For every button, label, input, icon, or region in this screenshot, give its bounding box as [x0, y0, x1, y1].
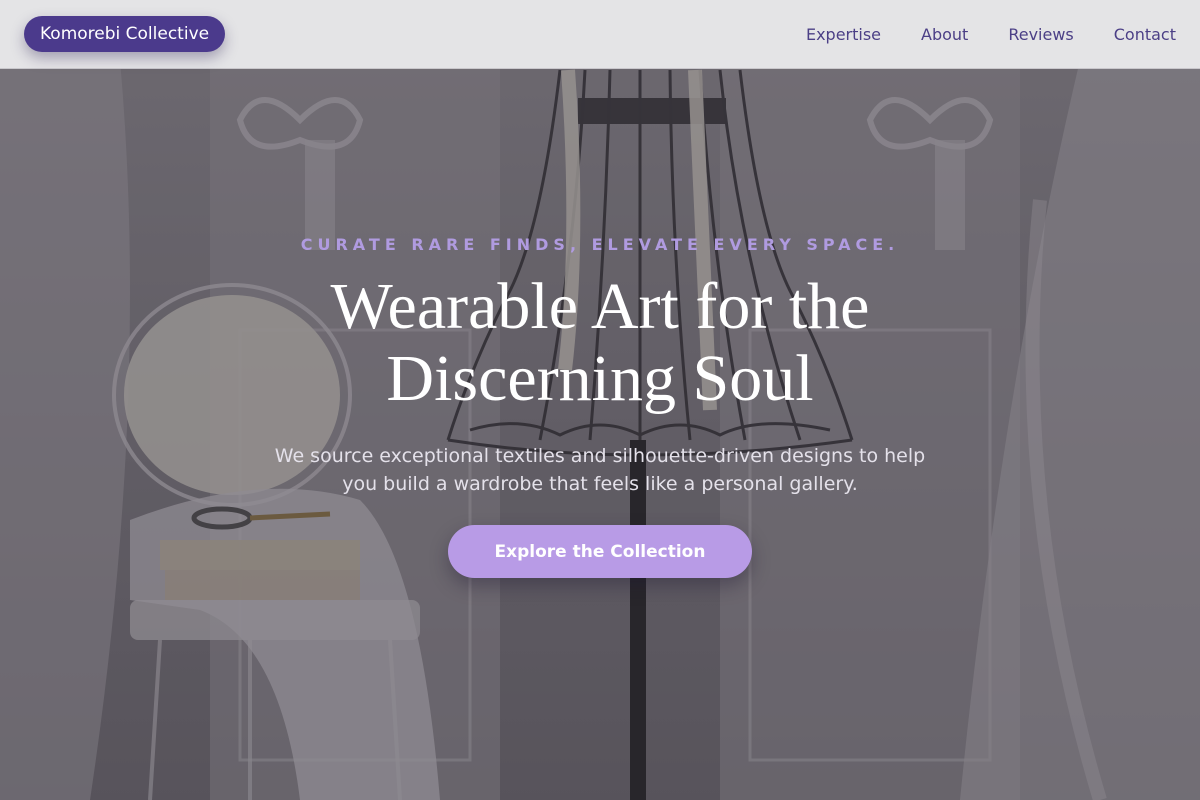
hero-headline-line2: Discerning Soul	[386, 342, 814, 415]
hero-headline-line1: Wearable Art for the	[330, 270, 870, 343]
top-navbar: Komorebi Collective Expertise About Revi…	[0, 0, 1200, 69]
nav-link-about[interactable]: About	[921, 25, 968, 44]
explore-collection-button[interactable]: Explore the Collection	[448, 525, 752, 578]
hero-section: CURATE RARE FINDS, ELEVATE EVERY SPACE. …	[0, 69, 1200, 800]
nav-link-contact[interactable]: Contact	[1114, 25, 1176, 44]
nav-link-reviews[interactable]: Reviews	[1008, 25, 1073, 44]
brand-logo-pill[interactable]: Komorebi Collective	[24, 16, 226, 52]
primary-nav: Expertise About Reviews Contact	[766, 25, 1176, 44]
hero-headline: Wearable Art for the Discerning Soul	[200, 271, 1000, 415]
nav-link-expertise[interactable]: Expertise	[806, 25, 881, 44]
hero-eyebrow: CURATE RARE FINDS, ELEVATE EVERY SPACE.	[300, 235, 900, 254]
hero-subtext: We source exceptional textiles and silho…	[274, 445, 926, 495]
